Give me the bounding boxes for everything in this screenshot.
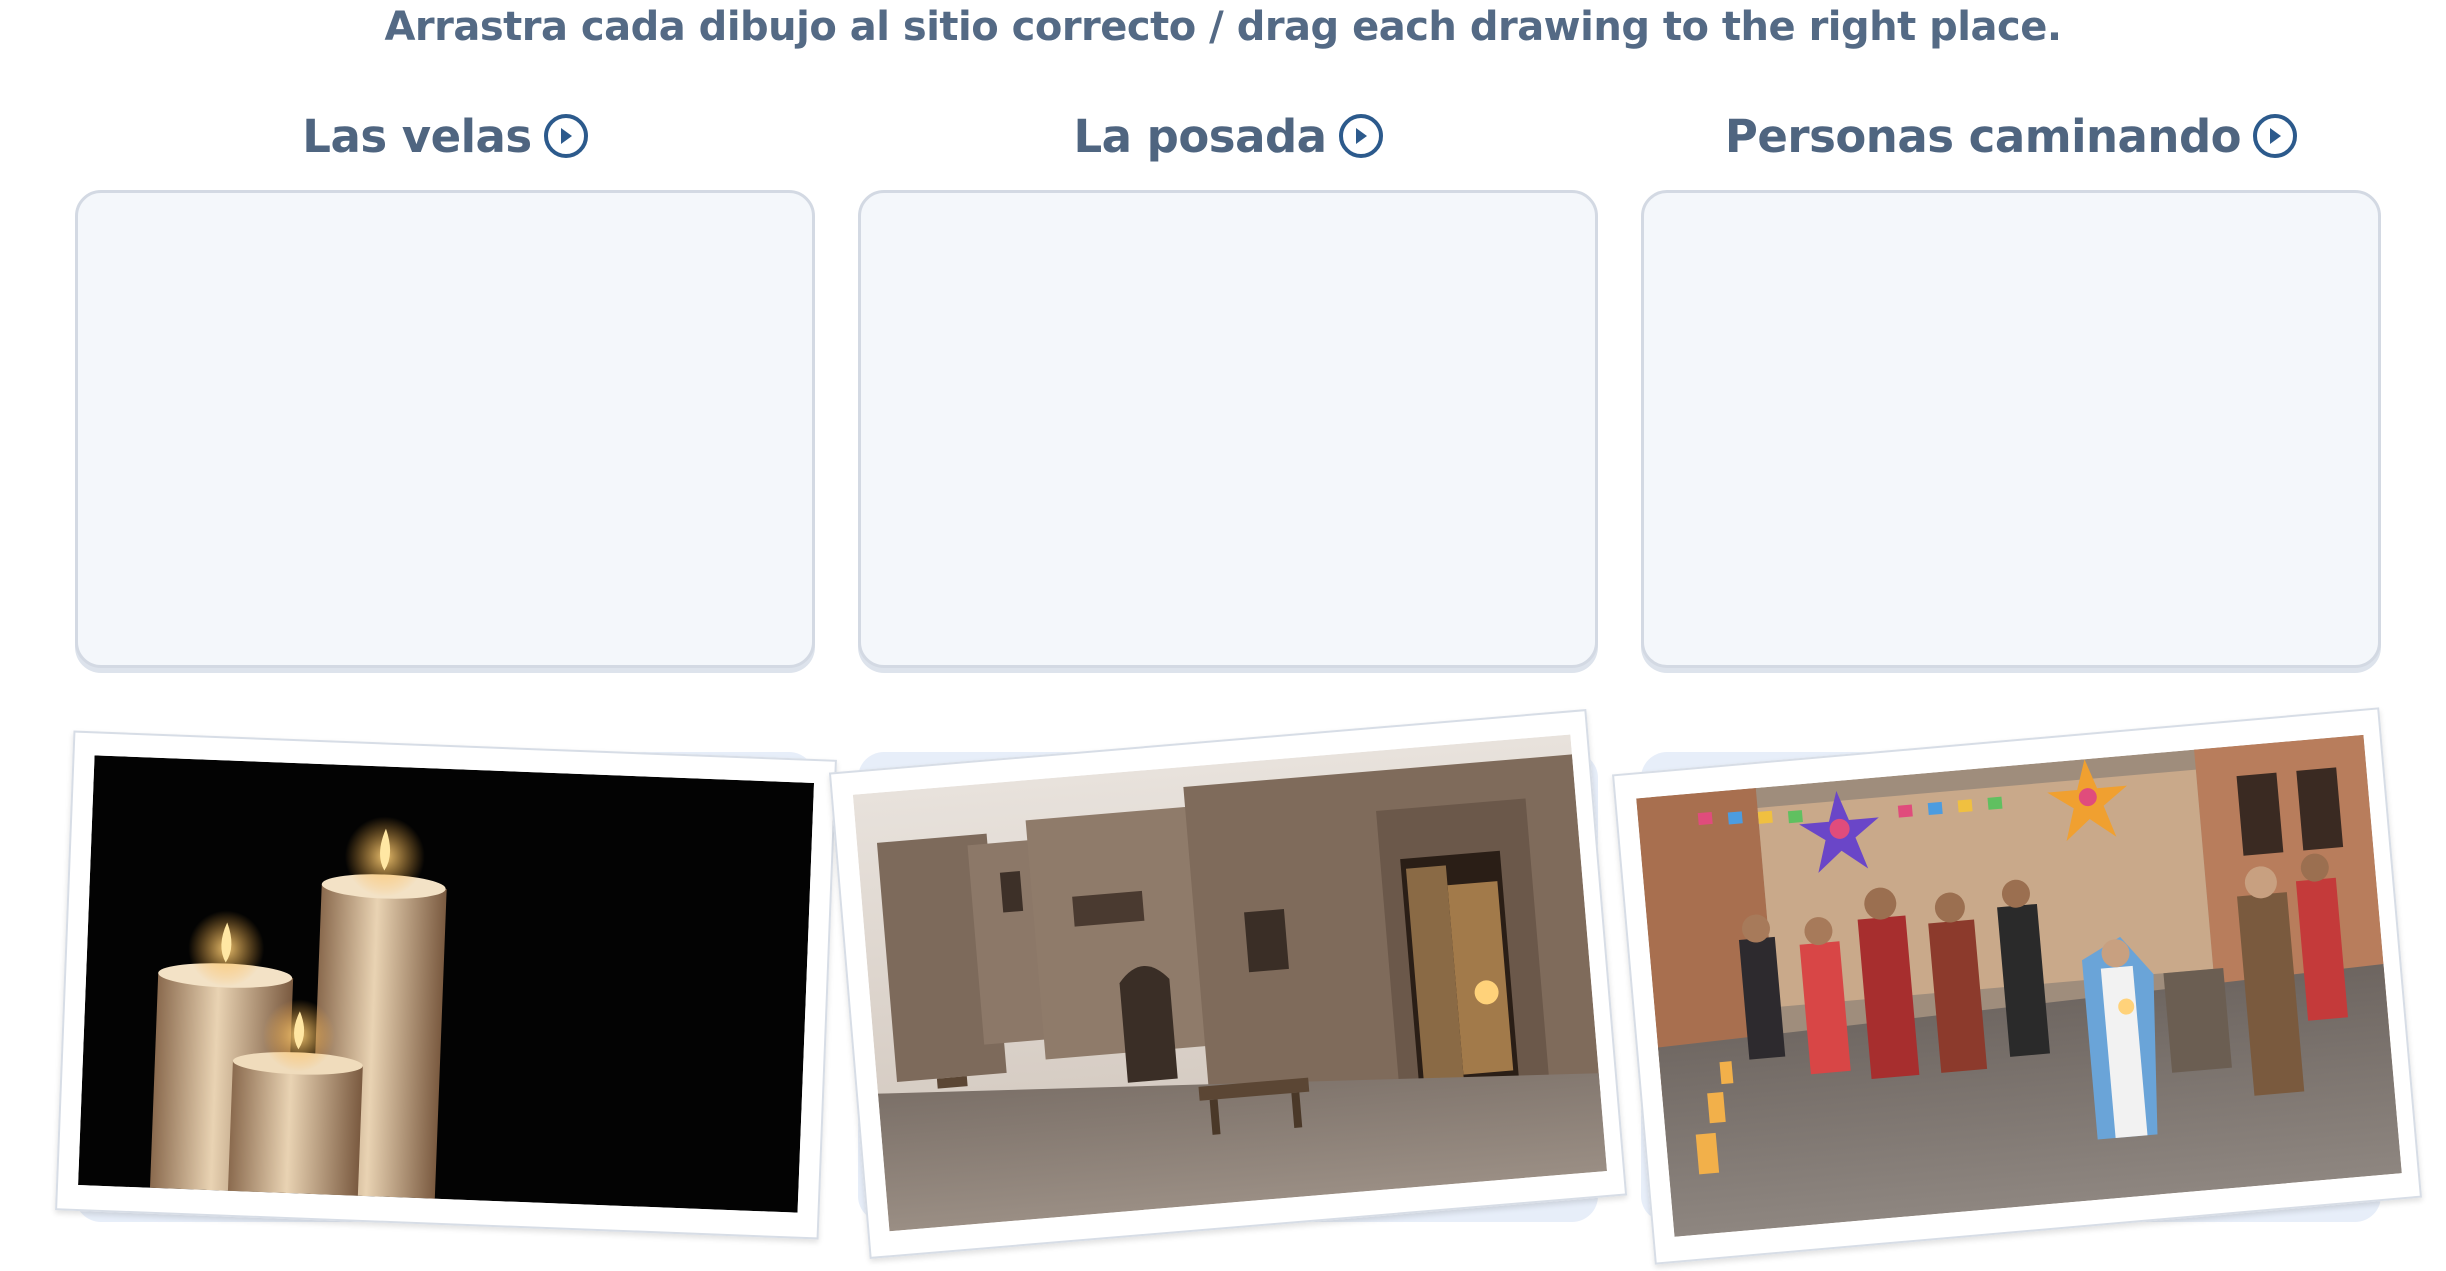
draggable-drawing-candles[interactable] xyxy=(55,730,837,1240)
drop-zone-la-posada[interactable] xyxy=(858,190,1598,668)
column-label: La posada xyxy=(1073,109,1327,163)
play-icon xyxy=(2270,128,2282,144)
column-label: Las velas xyxy=(302,109,532,163)
play-audio-button[interactable] xyxy=(2253,114,2298,158)
play-audio-button[interactable] xyxy=(543,114,588,158)
instruction-text: Arrastra cada dibujo al sitio correcto /… xyxy=(384,4,2062,50)
play-icon xyxy=(560,128,572,144)
column-header-la-posada: La posada xyxy=(858,106,1598,166)
drop-zone-las-velas[interactable] xyxy=(75,190,815,668)
column-header-las-velas: Las velas xyxy=(75,106,815,166)
play-icon xyxy=(1355,128,1367,144)
posada-image xyxy=(852,734,1607,1232)
play-audio-button[interactable] xyxy=(1338,114,1383,158)
draggable-drawing-posada[interactable] xyxy=(828,709,1628,1259)
column-header-personas-caminando: Personas caminando xyxy=(1641,106,2381,166)
drag-activity: Arrastra cada dibujo al sitio correcto /… xyxy=(0,0,2446,1271)
draggable-drawing-procession[interactable] xyxy=(1612,707,2422,1265)
drop-zone-personas-caminando[interactable] xyxy=(1641,190,2381,668)
column-label: Personas caminando xyxy=(1724,109,2242,163)
procession-image xyxy=(1636,734,2402,1237)
candles-image xyxy=(78,755,815,1213)
